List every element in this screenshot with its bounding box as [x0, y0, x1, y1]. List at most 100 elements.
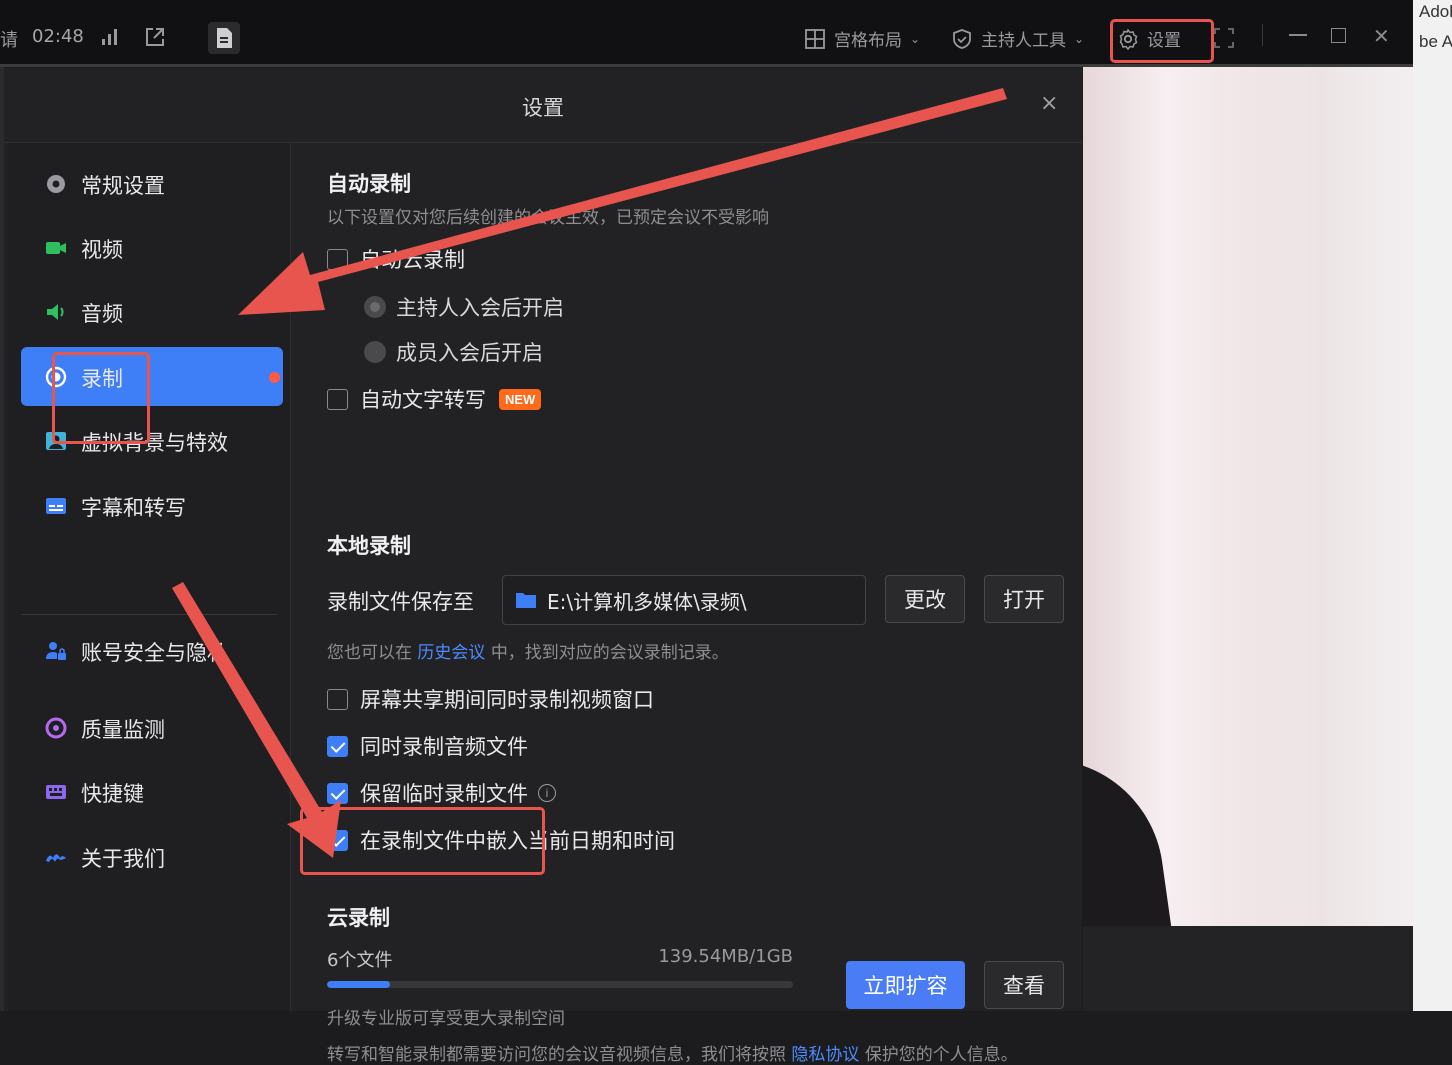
background-window-text: be Ac	[1419, 32, 1452, 51]
checkbox-box[interactable]	[327, 735, 348, 757]
cloud-storage-progress	[327, 981, 793, 988]
sidebar-item-shortcuts[interactable]: 快捷键	[21, 762, 283, 821]
keep-temp-files-checkbox[interactable]: 保留临时录制文件 i	[327, 778, 556, 808]
toolbar-divider	[1262, 24, 1263, 46]
checkbox-label: 自动文字转写	[360, 388, 486, 412]
history-meetings-link[interactable]: 历史会议	[417, 643, 485, 663]
sidebar-item-quality[interactable]: 质量监测	[21, 698, 283, 757]
video-silhouette	[1083, 743, 1179, 926]
radio-host-start[interactable]: 主持人入会后开启	[364, 292, 564, 322]
chevron-down-icon: ⌄	[910, 31, 921, 46]
history-hint: 您也可以在 历史会议 中，找到对应的会议录制记录。	[327, 638, 729, 663]
checkbox-label: 保留临时录制文件	[360, 782, 528, 806]
minimize-icon[interactable]	[1289, 34, 1307, 36]
radio-button[interactable]	[364, 296, 386, 318]
checkbox-box[interactable]	[327, 248, 348, 270]
bottom-bar	[1083, 926, 1413, 1011]
view-cloud-button[interactable]: 查看	[984, 961, 1064, 1009]
checkbox-box[interactable]	[327, 388, 348, 410]
sidebar-item-virtual-background[interactable]: 虚拟背景与特效	[21, 411, 283, 470]
sidebar-item-video[interactable]: 视频	[21, 218, 283, 277]
sidebar-item-label: 关于我们	[81, 847, 165, 871]
notification-dot	[269, 372, 280, 383]
sidebar-item-label: 音频	[81, 302, 123, 326]
auto-record-hint: 以下设置仅对您后续创建的会议生效，已预定会议不受影响	[327, 208, 769, 228]
fullscreen-icon[interactable]	[1213, 27, 1235, 49]
checkbox-label: 在录制文件中嵌入当前日期和时间	[360, 829, 675, 853]
cloud-file-count: 6个文件	[327, 950, 393, 971]
save-location-label: 录制文件保存至	[327, 590, 474, 614]
close-icon[interactable]: ×	[1040, 90, 1058, 118]
checkbox-box[interactable]	[327, 782, 348, 804]
auto-cloud-record-checkbox[interactable]: 自动云录制	[327, 244, 465, 274]
sidebar-item-label: 录制	[81, 367, 123, 391]
checkbox-label: 同时录制音频文件	[360, 735, 528, 759]
maximize-icon[interactable]	[1331, 28, 1346, 43]
background-window-text: Adobe F	[1419, 2, 1452, 21]
privacy-policy-link[interactable]: 隐私协议	[791, 1045, 859, 1065]
new-badge: NEW	[499, 388, 542, 410]
keyboard-icon	[46, 785, 66, 799]
settings-sidebar: 常规设置 视频 音频 录制 虚拟背景与特效 字幕和转写 账号安全与隐私 质量监测…	[8, 143, 291, 1011]
section-title-cloud-record: 云录制	[327, 906, 390, 930]
chevron-down-icon: ⌄	[1074, 31, 1085, 46]
checkbox-box[interactable]	[327, 829, 348, 851]
folder-icon	[516, 593, 536, 608]
truncated-title: 请	[0, 30, 18, 51]
change-path-button[interactable]: 更改	[885, 575, 965, 623]
sidebar-item-general[interactable]: 常规设置	[21, 154, 283, 213]
info-icon[interactable]: i	[538, 784, 556, 802]
embed-datetime-checkbox[interactable]: 在录制文件中嵌入当前日期和时间	[327, 825, 675, 855]
sidebar-item-label: 视频	[81, 238, 123, 262]
portrait-icon	[46, 432, 66, 450]
save-path-field[interactable]: E:\计算机多媒体\录频\	[502, 575, 866, 625]
sidebar-item-subtitles[interactable]: 字幕和转写	[21, 476, 283, 535]
sidebar-item-audio[interactable]: 音频	[21, 282, 283, 341]
host-tools-button[interactable]: 主持人工具 ⌄	[951, 26, 1084, 51]
sidebar-item-label: 虚拟背景与特效	[81, 431, 228, 455]
radio-member-start[interactable]: 成员入会后开启	[364, 337, 543, 367]
external-link-icon[interactable]	[144, 26, 166, 48]
section-title-local-record: 本地录制	[327, 534, 411, 558]
expand-storage-button[interactable]: 立即扩容	[846, 961, 965, 1009]
grid-layout-button[interactable]: 宫格布局 ⌄	[804, 26, 920, 51]
cloud-storage-info: 6个文件 139.54MB/1GB	[327, 946, 793, 972]
camera-icon	[46, 242, 66, 254]
background-window: Adobe F be Ac	[1413, 0, 1452, 1011]
sidebar-item-recording[interactable]: 录制	[21, 347, 283, 406]
section-title-auto-record: 自动录制	[327, 172, 411, 196]
checkbox-label: 自动云录制	[360, 248, 465, 272]
privacy-suffix: 保护您的个人信息。	[864, 1045, 1018, 1065]
sidebar-item-label: 常规设置	[81, 174, 165, 198]
cloud-storage-progress-fill	[327, 981, 391, 988]
user-lock-icon	[46, 642, 66, 660]
sidebar-item-about[interactable]: 关于我们	[21, 827, 283, 886]
speaker-icon	[47, 304, 64, 320]
auto-transcribe-checkbox[interactable]: 自动文字转写 NEW	[327, 384, 542, 414]
signal-icon[interactable]	[100, 27, 120, 47]
radio-label: 主持人入会后开启	[396, 296, 564, 320]
checkbox-box[interactable]	[327, 688, 348, 710]
sidebar-divider	[21, 614, 277, 615]
video-area	[1083, 64, 1413, 926]
settings-button[interactable]: 设置	[1117, 26, 1181, 51]
privacy-notice: 转写和智能录制都需要访问您的会议音视频信息，我们将按照 隐私协议 保护您的个人信…	[327, 1040, 1018, 1065]
window-close-icon[interactable]: ✕	[1373, 24, 1390, 48]
grid-icon	[805, 28, 825, 49]
open-folder-button[interactable]: 打开	[984, 575, 1064, 623]
record-video-during-share-checkbox[interactable]: 屏幕共享期间同时录制视频窗口	[327, 684, 654, 714]
sidebar-item-label: 快捷键	[81, 782, 144, 806]
document-icon[interactable]	[208, 22, 240, 54]
settings-label: 设置	[1147, 31, 1181, 51]
save-path-value: E:\计算机多媒体\录频\	[547, 589, 747, 614]
cloud-storage-usage: 139.54MB/1GB	[658, 946, 793, 967]
sidebar-item-label: 质量监测	[81, 718, 165, 742]
history-hint-suffix: 中，找到对应的会议录制记录。	[490, 643, 729, 663]
radio-button[interactable]	[364, 341, 386, 363]
recording-settings-panel: 自动录制 以下设置仅对您后续创建的会议生效，已预定会议不受影响 自动云录制 主持…	[291, 143, 1082, 1065]
host-tools-label: 主持人工具	[981, 31, 1066, 51]
record-audio-file-checkbox[interactable]: 同时录制音频文件	[327, 731, 528, 761]
record-icon	[45, 366, 67, 388]
sidebar-item-account-security[interactable]: 账号安全与隐私	[21, 621, 283, 680]
settings-dialog: 设置 × 常规设置 视频 音频 录制 虚拟背景与特效 字幕和转写 账号安全与隐私…	[4, 68, 1082, 1065]
